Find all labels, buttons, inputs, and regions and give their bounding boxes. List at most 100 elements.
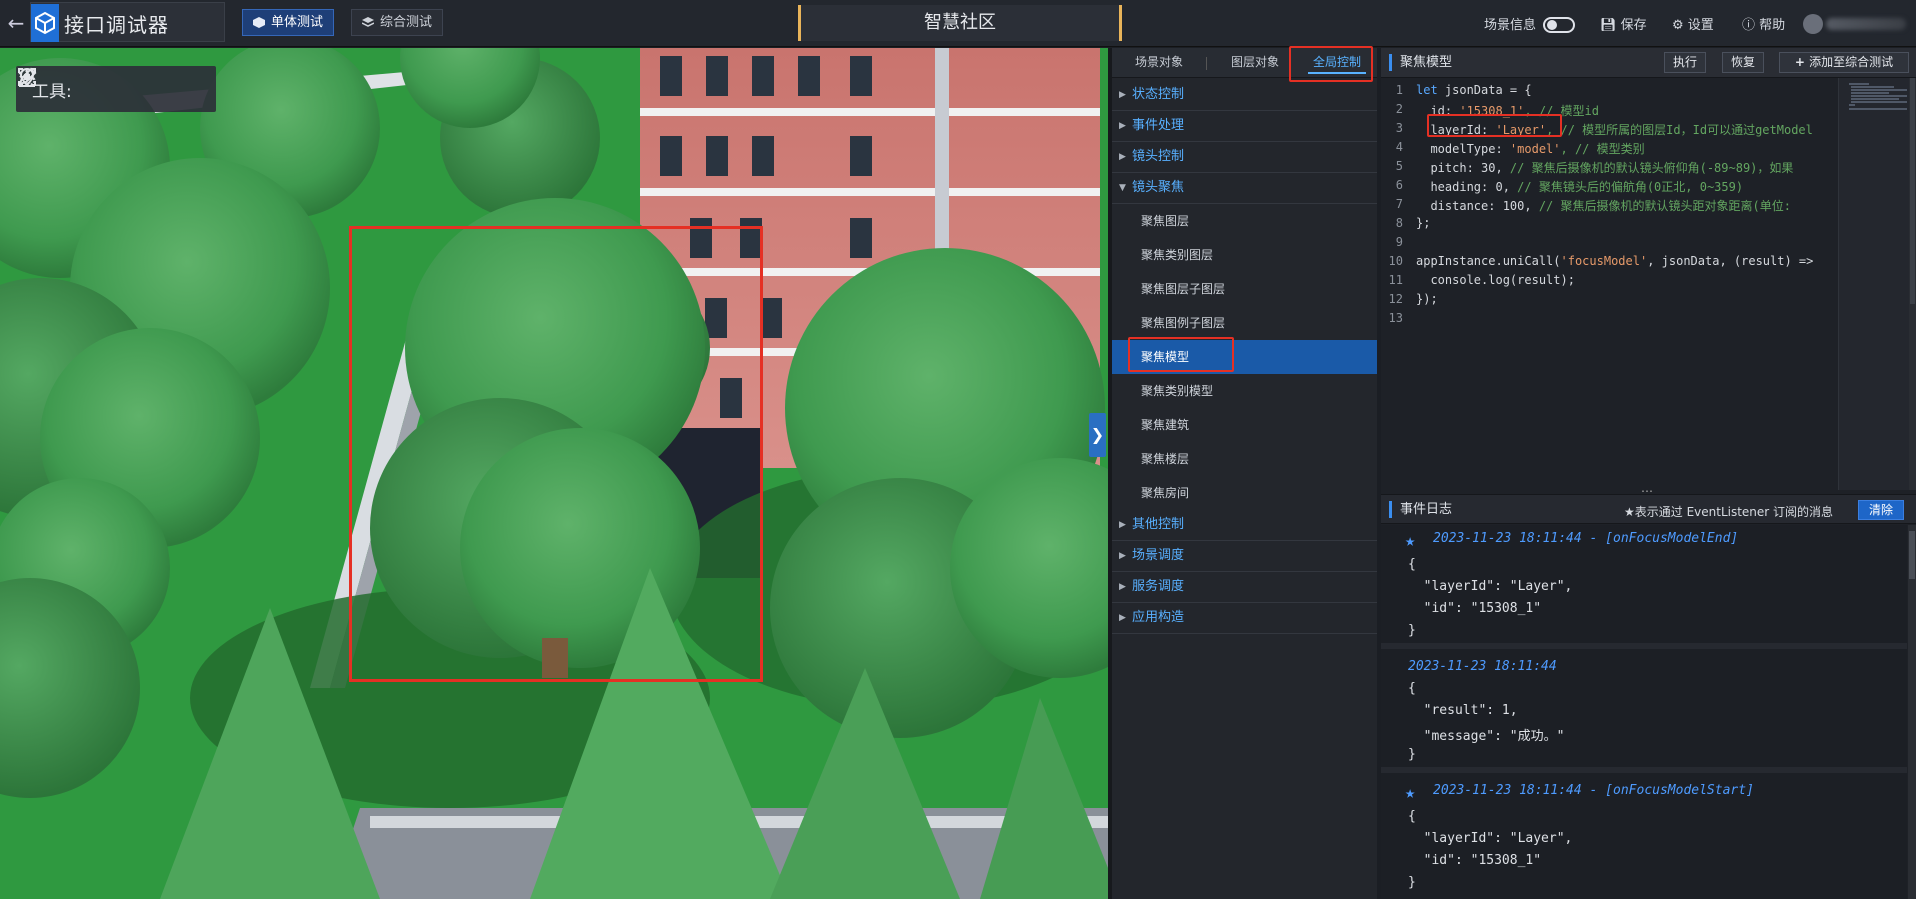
star-icon: ★ <box>1405 531 1416 551</box>
code-text: heading: 0, <box>1416 180 1518 194</box>
log-entry-header: 2023-11-23 18:11:44 - [onFocusModelEnd] <box>1433 531 1739 546</box>
line-number: 7 <box>1395 197 1403 211</box>
code-line: console.log(result); <box>1416 273 1575 287</box>
log-line: { <box>1408 681 1416 696</box>
save-button[interactable]: 💾︎ 保存 <box>1600 14 1647 33</box>
code-line: modelType: 'model', // 模型类别 <box>1416 140 1645 157</box>
menu-item-focus-floor[interactable]: 聚焦楼层 <box>1112 442 1377 476</box>
menu-category-event-handling[interactable]: ▶ 事件处理 <box>1112 111 1377 142</box>
code-text: layerId: <box>1416 123 1496 137</box>
mode-integrated-test-button[interactable]: 综合测试 <box>351 9 444 36</box>
log-line: { <box>1408 809 1416 824</box>
event-log[interactable]: ★ 2023-11-23 18:11:44 - [onFocusModelEnd… <box>1381 525 1916 899</box>
caret-right-icon: ▶ <box>1119 121 1126 131</box>
reset-button[interactable]: 恢复 <box>1722 52 1764 73</box>
plus-icon: + <box>1794 55 1810 69</box>
gears-icon[interactable] <box>16 66 38 88</box>
log-entry-header: 2023-11-23 18:11:44 <box>1408 659 1557 674</box>
log-title: 事件日志 <box>1389 501 1452 518</box>
code-editor[interactable]: 1 2 3 4 5 6 7 8 9 10 11 12 13 let jsonDa… <box>1381 78 1839 495</box>
tab-global-control[interactable]: 全局控制 <box>1302 48 1372 78</box>
menu-category-state-control[interactable]: ▶ 状态控制 <box>1112 80 1377 111</box>
code-line: layerId: 'Layer', // 模型所属的图层Id，Id可以通过get… <box>1416 121 1812 138</box>
line-number: 6 <box>1395 178 1403 192</box>
menu-item-focus-layer[interactable]: 聚焦图层 <box>1112 204 1377 238</box>
scene-title: 智慧社区 <box>798 5 1122 41</box>
save-label: 保存 <box>1620 18 1647 33</box>
log-line: "id": "15308_1" <box>1408 853 1542 868</box>
cube-logo-icon <box>31 4 59 42</box>
code-text: appInstance.uniCall( <box>1416 254 1561 268</box>
control-panel: 场景对象 图层对象 全局控制 ▶ 状态控制 ▶ 事件处理 ▶ 镜头控制 ▼ 镜头聚焦 聚… <box>1108 48 1377 899</box>
menu-category-app-construct[interactable]: ▶ 应用构造 <box>1112 603 1377 634</box>
menu-category-camera-focus[interactable]: ▼ 镜头聚焦 <box>1112 173 1377 204</box>
code-comment: , // 模型id <box>1524 104 1599 118</box>
menu-item-focus-category-model[interactable]: 聚焦类别模型 <box>1112 374 1377 408</box>
menu-item-focus-building[interactable]: 聚焦建筑 <box>1112 408 1377 442</box>
menu-category-camera-control[interactable]: ▶ 镜头控制 <box>1112 142 1377 173</box>
code-string: 'Layer' <box>1495 123 1547 137</box>
scrollbar-thumb[interactable] <box>1910 78 1915 304</box>
menu-item-focus-category-layer[interactable]: 聚焦类别图层 <box>1112 238 1377 272</box>
run-button[interactable]: 执行 <box>1664 52 1706 73</box>
menu-item-focus-model[interactable]: 聚焦模型 <box>1112 340 1377 374</box>
line-number: 1 <box>1395 83 1403 97</box>
code-text: jsonData = { <box>1437 83 1532 97</box>
chevron-right-icon[interactable]: ❯ <box>1089 413 1106 457</box>
code-minimap[interactable] <box>1838 78 1909 490</box>
help-label: 帮助 <box>1759 18 1786 33</box>
caret-down-icon: ▼ <box>1119 183 1126 193</box>
scrollbar-thumb[interactable] <box>1909 531 1915 579</box>
menu-item-focus-legend-sublayer[interactable]: 聚焦图例子图层 <box>1112 306 1377 340</box>
log-line: } <box>1408 623 1416 638</box>
menu-category-label: 状态控制 <box>1132 87 1185 102</box>
mode-integrated-test-label: 综合测试 <box>380 15 433 30</box>
caret-right-icon: ▶ <box>1119 520 1126 530</box>
log-scrollbar[interactable] <box>1908 525 1916 899</box>
menu-category-other-control[interactable]: ▶ 其他控制 <box>1112 510 1377 541</box>
code-comment: , // 模型类别 <box>1560 142 1645 156</box>
log-hint: ★表示通过 EventListener 订阅的消息 <box>1624 505 1834 519</box>
log-line: } <box>1408 747 1416 762</box>
back-arrow-icon[interactable]: ← <box>4 9 28 37</box>
toolbox: 工具: <box>16 66 216 112</box>
code-line: appInstance.uniCall('focusModel', jsonDa… <box>1416 254 1813 268</box>
cube-icon <box>253 17 265 28</box>
code-text: pitch: 30, <box>1416 161 1510 175</box>
code-line: }; <box>1416 216 1431 230</box>
scene-viewport[interactable]: 工具: ❯ <box>0 48 1108 899</box>
code-keyword: let <box>1416 83 1438 97</box>
avatar[interactable] <box>1803 14 1823 34</box>
caret-right-icon: ▶ <box>1119 152 1126 162</box>
add-to-integrated-test-button[interactable]: + 添加至综合测试 <box>1779 52 1909 73</box>
code-text: distance: 100, <box>1416 199 1539 213</box>
scene-info-toggle[interactable] <box>1543 17 1575 33</box>
code-line: let jsonData = { <box>1416 83 1532 97</box>
log-line: "id": "15308_1" <box>1408 601 1542 616</box>
log-line: { <box>1408 557 1416 572</box>
line-number: 4 <box>1395 140 1403 154</box>
settings-button[interactable]: ⚙ 设置 <box>1672 14 1714 33</box>
tab-scene-objects[interactable]: 场景对象 <box>1118 48 1200 78</box>
clear-log-button[interactable]: 清除 <box>1858 500 1904 520</box>
tab-layer-objects[interactable]: 图层对象 <box>1212 48 1298 78</box>
menu-item-focus-room[interactable]: 聚焦房间 <box>1112 476 1377 510</box>
code-vertical-scrollbar[interactable] <box>1909 78 1916 490</box>
editor-title: 聚焦模型 <box>1389 54 1452 71</box>
code-text: , jsonData, (result) => <box>1647 254 1814 268</box>
caret-right-icon: ▶ <box>1119 582 1126 592</box>
star-icon: ★ <box>1405 783 1416 803</box>
api-menu: ▶ 状态控制 ▶ 事件处理 ▶ 镜头控制 ▼ 镜头聚焦 聚焦图层 聚焦类别图层 聚焦图层… <box>1112 80 1377 634</box>
mode-unit-test-button[interactable]: 单体测试 <box>242 9 335 36</box>
menu-category-scene-dispatch[interactable]: ▶ 场景调度 <box>1112 541 1377 572</box>
help-button[interactable]: ⓘ 帮助 <box>1742 14 1785 33</box>
app-title: 接口调试器 <box>64 13 169 37</box>
menu-category-service-dispatch[interactable]: ▶ 服务调度 <box>1112 572 1377 603</box>
log-entry: ★ 2023-11-23 18:11:44 - [onFocusModelSta… <box>1381 773 1907 899</box>
menu-category-label: 镜头聚焦 <box>1132 180 1185 195</box>
log-line: "layerId": "Layer", <box>1408 831 1573 846</box>
editor-header: 聚焦模型 执行 恢复 + 添加至综合测试 <box>1381 48 1916 78</box>
menu-item-focus-sublayer[interactable]: 聚焦图层子图层 <box>1112 272 1377 306</box>
code-text: modelType: <box>1416 142 1510 156</box>
code-string: 'focusModel' <box>1560 254 1648 268</box>
